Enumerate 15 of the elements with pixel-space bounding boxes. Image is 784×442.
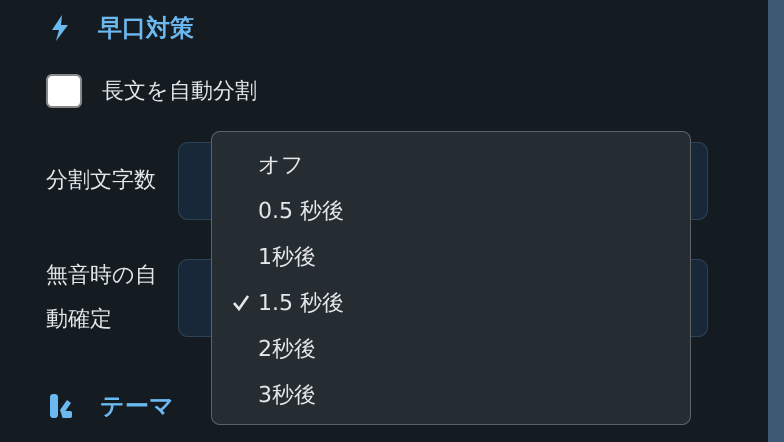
menu-option[interactable]: 1.5 秒後 (212, 280, 690, 326)
section-title: 早口対策 (98, 13, 194, 44)
field-label: 分割文字数 (46, 167, 157, 195)
field-label: 無音時の自動確定 (46, 262, 158, 334)
checkbox[interactable] (46, 74, 82, 108)
menu-option[interactable]: 3秒後 (212, 372, 690, 418)
scrollbar[interactable] (768, 0, 784, 442)
section-title: テーマ (100, 391, 174, 422)
palette-icon (50, 394, 72, 418)
menu-option[interactable]: 1秒後 (212, 234, 690, 280)
lightning-icon (50, 15, 70, 41)
menu-option[interactable]: オフ (212, 142, 690, 188)
checkbox-label: 長文を自動分割 (102, 78, 257, 106)
menu-option[interactable]: 2秒後 (212, 326, 690, 372)
menu-option[interactable]: 0.5 秒後 (212, 188, 690, 234)
